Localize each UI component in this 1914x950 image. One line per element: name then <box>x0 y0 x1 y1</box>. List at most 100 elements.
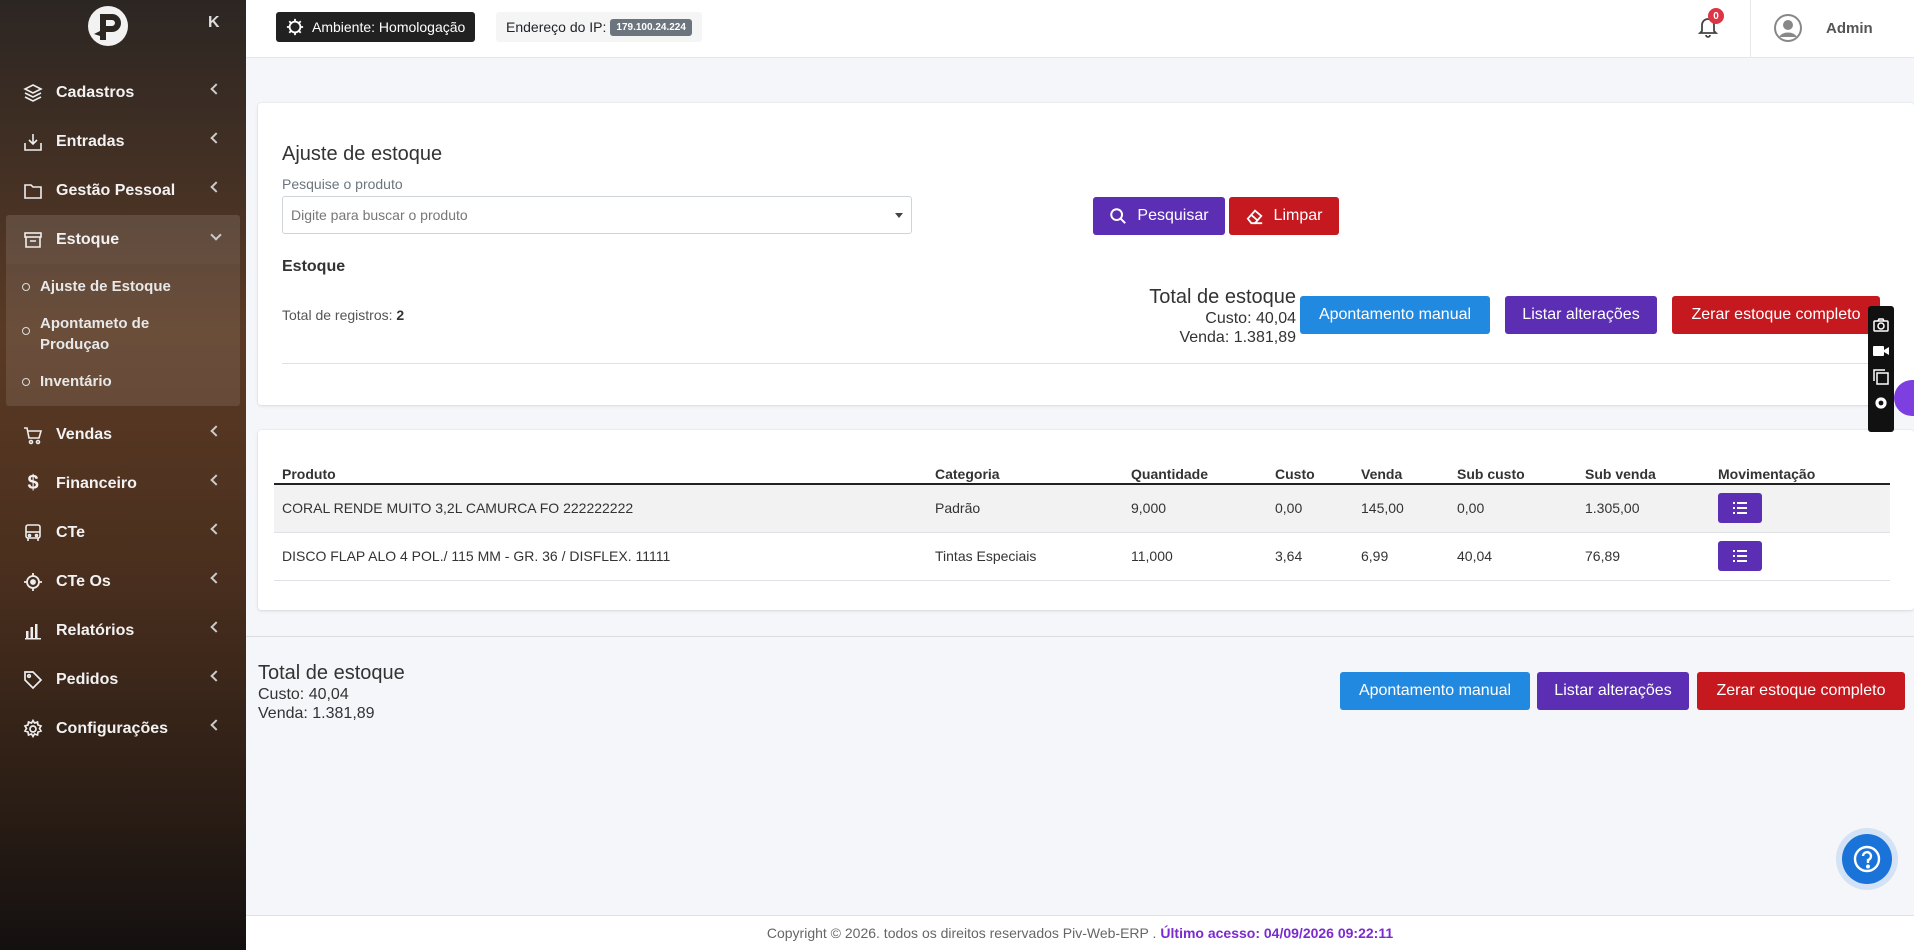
sidebar-item-cadastros[interactable]: Cadastros <box>0 68 246 117</box>
movement-button[interactable] <box>1718 541 1762 571</box>
download-tray-icon <box>22 131 44 153</box>
sidebar-item-label: Configurações <box>56 719 169 737</box>
stock-adjust-card: Ajuste de estoque Pesquise o produto Dig… <box>258 103 1914 405</box>
list-changes-button[interactable]: Listar alterações <box>1505 296 1657 334</box>
cell-sub-venda: 76,89 <box>1577 532 1710 581</box>
sidebar-item-cte[interactable]: CTe <box>0 508 246 557</box>
submenu-item-ajuste-estoque[interactable]: Ajuste de Estoque <box>6 268 240 305</box>
dollar-icon: $ <box>27 472 39 494</box>
footer: Copyright © 2026. todos os direitos rese… <box>246 915 1914 950</box>
sidebar-item-configuracoes[interactable]: Configurações <box>0 704 246 753</box>
sidebar-item-financeiro[interactable]: $ Financeiro <box>0 459 246 508</box>
bus-icon <box>22 522 44 544</box>
reset-stock-button[interactable]: Zerar estoque completo <box>1672 296 1880 334</box>
user-name: Admin <box>1826 19 1873 37</box>
records-count: Total de registros: 2 <box>282 307 404 323</box>
col-venda: Venda <box>1353 444 1449 485</box>
target-icon <box>22 571 44 593</box>
search-button[interactable]: Pesquisar <box>1093 197 1225 235</box>
chevron-left-icon <box>210 181 222 193</box>
chevron-left-icon <box>210 523 222 535</box>
environment-label: Ambiente: Homologação <box>312 19 466 35</box>
chevron-left-icon <box>210 572 222 584</box>
gear-icon <box>22 718 44 740</box>
help-button[interactable] <box>1842 834 1892 884</box>
sidebar-item-cte-os[interactable]: CTe Os <box>0 557 246 606</box>
sidebar-item-estoque[interactable]: Estoque <box>6 215 240 264</box>
cell-quantidade: 9,000 <box>1123 484 1267 533</box>
sidebar-item-label: Pedidos <box>56 670 119 688</box>
sidebar-item-label: Cadastros <box>56 83 135 101</box>
ip-address-box: Endereço do IP: 179.100.24.224 <box>496 12 702 42</box>
gear-icon[interactable] <box>1873 390 1889 416</box>
circle-icon <box>22 378 30 386</box>
estoque-submenu: Ajuste de Estoque Apontameto de Produçao… <box>6 264 240 406</box>
col-sub-custo: Sub custo <box>1449 444 1577 485</box>
submenu-item-inventario[interactable]: Inventário <box>6 363 240 400</box>
submenu-item-label: Apontameto de Produçao <box>40 315 150 353</box>
brand: K <box>0 0 246 52</box>
sidebar-item-vendas[interactable]: Vendas <box>0 410 246 459</box>
circle-icon <box>22 327 30 335</box>
sidebar-item-label: Entradas <box>56 132 125 150</box>
manual-entry-button-bottom[interactable]: Apontamento manual <box>1340 672 1530 710</box>
movement-button[interactable] <box>1718 493 1762 524</box>
cell-produto: CORAL RENDE MUITO 3,2L CAMURCA FO 222222… <box>274 484 927 533</box>
manual-entry-button[interactable]: Apontamento manual <box>1300 296 1490 334</box>
product-search-select[interactable]: Digite para buscar o produto <box>282 196 912 234</box>
chevron-left-icon <box>210 670 222 682</box>
caret-down-icon <box>895 213 903 218</box>
sidebar-item-label: Vendas <box>56 425 113 443</box>
chevron-down-icon <box>210 229 222 241</box>
totals-title: Total de estoque <box>1149 286 1296 308</box>
stock-table-card: Produto Categoria Quantidade Custo Venda… <box>258 430 1914 610</box>
cell-custo: 3,64 <box>1267 532 1353 581</box>
sidebar-item-label: Estoque <box>56 230 120 248</box>
sidebar-item-label: CTe <box>56 523 86 541</box>
topbar-divider <box>1750 0 1751 58</box>
sidebar-item-relatorios[interactable]: Relatórios <box>0 606 246 655</box>
totals-venda: Venda: 1.381,89 <box>1179 329 1296 346</box>
clear-button[interactable]: Limpar <box>1229 197 1339 235</box>
cell-movimentacao <box>1710 532 1890 581</box>
cell-venda: 6,99 <box>1353 532 1449 581</box>
chevron-left-icon <box>210 621 222 633</box>
col-categoria: Categoria <box>927 444 1123 485</box>
list-changes-button-bottom[interactable]: Listar alterações <box>1537 672 1689 710</box>
sidebar-item-gestao-pessoal[interactable]: Gestão Pessoal <box>0 166 246 215</box>
list-icon <box>1733 502 1747 515</box>
sidebar-item-pedidos[interactable]: Pedidos <box>0 655 246 704</box>
list-icon <box>1733 550 1747 562</box>
table-row: DISCO FLAP ALO 4 POL./ 115 MM - GR. 36 /… <box>274 532 1890 581</box>
user-avatar-icon <box>1774 14 1802 42</box>
cart-icon <box>22 424 44 446</box>
chevron-left-icon <box>210 83 222 95</box>
question-icon <box>1853 845 1881 873</box>
user-menu[interactable]: Admin <box>1774 14 1873 42</box>
section-title: Estoque <box>282 258 346 275</box>
sidebar-item-label: Financeiro <box>56 474 137 492</box>
cell-sub-venda: 1.305,00 <box>1577 484 1710 533</box>
cell-categoria: Padrão <box>927 484 1123 533</box>
eraser-icon <box>1246 209 1263 225</box>
divider <box>282 363 1880 364</box>
bottom-stock-totals: Total de estoque Custo: 40,04 Venda: 1.3… <box>258 662 405 723</box>
environment-badge: Ambiente: Homologação <box>276 12 476 42</box>
collapse-sidebar-button[interactable]: K <box>208 14 220 32</box>
sidebar-item-entradas[interactable]: Entradas <box>0 117 246 166</box>
search-button-label: Pesquisar <box>1137 207 1209 224</box>
cell-categoria: Tintas Especiais <box>927 532 1123 581</box>
submenu-item-apontamento-producao[interactable]: Apontameto de Produçao <box>6 305 240 363</box>
copy-icon[interactable] <box>1873 364 1889 390</box>
last-access-text: Último acesso: 04/09/2026 09:22:11 <box>1160 925 1394 941</box>
notification-count-badge: 0 <box>1708 8 1724 24</box>
col-produto: Produto <box>274 444 927 485</box>
camera-icon[interactable] <box>1873 312 1889 338</box>
brand-logo-icon[interactable] <box>86 4 130 48</box>
reset-stock-button-bottom[interactable]: Zerar estoque completo <box>1697 672 1905 710</box>
copyright-text: Copyright © 2026. todos os direitos rese… <box>766 925 1157 941</box>
chevron-left-icon <box>210 132 222 144</box>
search-placeholder: Digite para buscar o produto <box>291 207 468 223</box>
video-icon[interactable] <box>1873 338 1889 364</box>
stock-table: Produto Categoria Quantidade Custo Venda… <box>274 444 1890 581</box>
